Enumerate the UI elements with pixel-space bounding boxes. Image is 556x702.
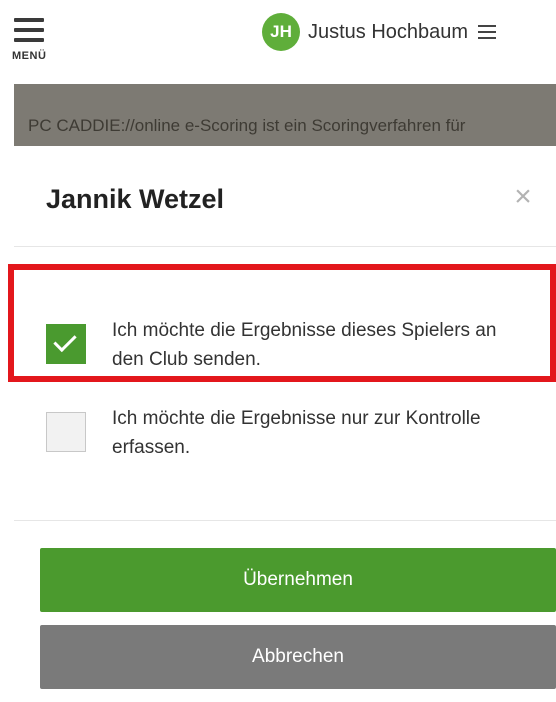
checkbox-control-only[interactable] — [46, 412, 86, 452]
player-dialog: Jannik Wetzel × Ich möchte die Ergebniss… — [8, 146, 556, 702]
close-icon[interactable]: × — [508, 182, 538, 212]
hamburger-icon-line — [14, 38, 44, 42]
user-name: Justus Hochbaum — [308, 20, 469, 43]
menu-label: MENÜ — [12, 50, 47, 62]
user-menu[interactable]: JH Justus Hochbaum — [262, 12, 497, 52]
options-list: Ich möchte die Ergebnisse dieses Spieler… — [8, 264, 556, 492]
top-bar: MENÜ JH Justus Hochbaum — [0, 0, 556, 84]
user-menu-icon — [478, 25, 497, 39]
option-control-only[interactable]: Ich möchte die Ergebnisse nur zur Kontro… — [14, 382, 556, 492]
option-label: Ich möchte die Ergebnisse dieses Spieler… — [112, 320, 497, 370]
cancel-button[interactable]: Abbrechen — [40, 625, 556, 689]
checkbox-send-to-club[interactable] — [46, 324, 86, 364]
dialog-header: Jannik Wetzel × — [14, 146, 556, 247]
option-send-to-club[interactable]: Ich möchte die Ergebnisse dieses Spieler… — [8, 264, 556, 382]
hamburger-icon-line — [14, 28, 44, 32]
divider — [14, 520, 556, 521]
info-text: PC CADDIE://online e-Scoring ist ein Sco… — [28, 116, 466, 135]
hamburger-icon — [14, 18, 44, 22]
menu-button[interactable]: MENÜ — [12, 18, 60, 70]
confirm-button[interactable]: Übernehmen — [40, 548, 556, 612]
avatar: JH — [262, 13, 300, 51]
dialog-title: Jannik Wetzel — [46, 184, 225, 214]
option-label: Ich möchte die Ergebnisse nur zur Kontro… — [112, 408, 481, 458]
